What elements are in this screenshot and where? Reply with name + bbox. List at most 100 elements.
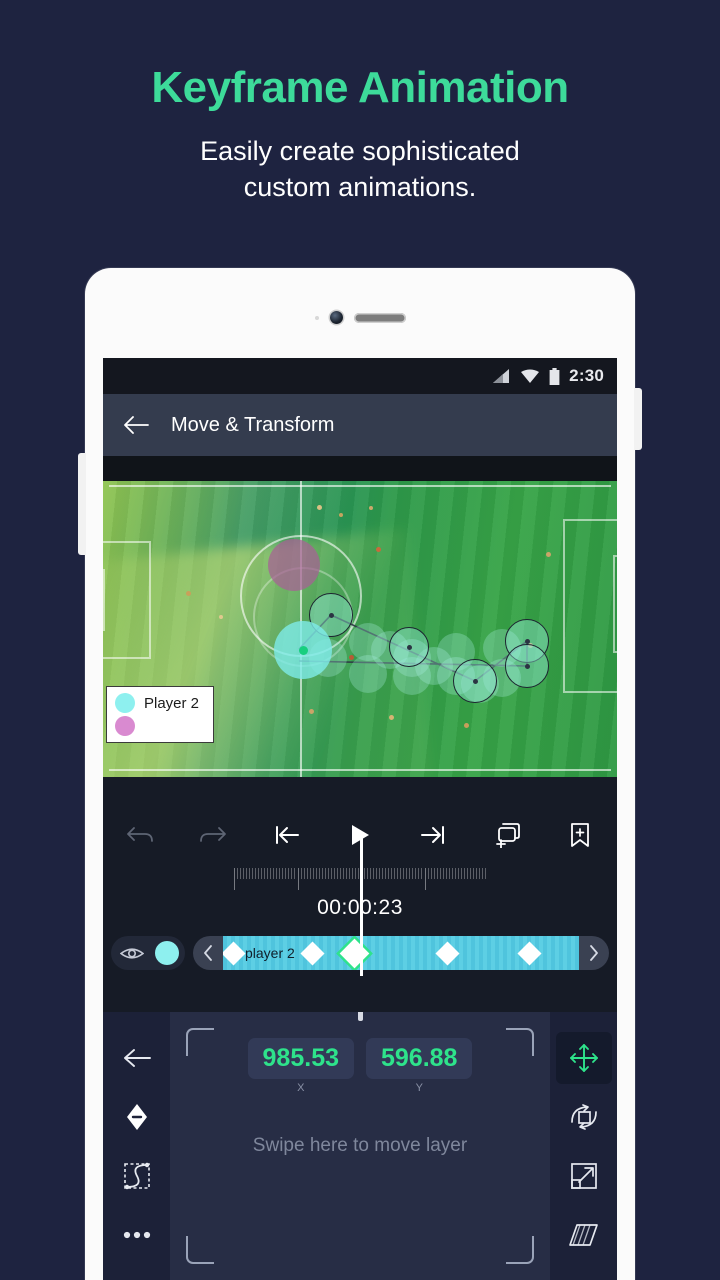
status-bar-time: 2:30 [569,366,604,385]
x-value-field[interactable]: 985.53 [247,1038,354,1079]
ruler-tick [373,868,375,879]
ruler-tick [288,868,290,879]
ruler-tick [276,868,278,879]
layer-color-swatch[interactable] [155,941,179,965]
scale-tool-button[interactable] [556,1150,612,1202]
ruler-tick [315,868,317,879]
more-options-button[interactable] [109,1209,165,1261]
previous-keyframe-button[interactable] [193,936,223,970]
y-value-field[interactable]: 596.88 [366,1038,473,1079]
layer-clip-player2[interactable]: player 2 [223,936,579,970]
ruler-tick [327,868,329,879]
transform-swipe-pad[interactable]: Swipe here to move layer 985.53 X 596.88… [170,1012,550,1280]
ruler-tick [478,868,480,879]
ruler-tick [285,868,287,879]
y-axis-label: Y [415,1082,423,1094]
battery-icon [549,367,560,385]
ruler-tick [291,868,293,879]
easing-curve-button[interactable] [109,1150,165,1202]
add-bookmark-button[interactable] [544,804,617,866]
ruler-tick [324,868,326,879]
ruler-tick [237,868,239,879]
skip-to-end-button[interactable] [397,804,470,866]
ruler-tick [240,868,242,879]
ruler-tick [481,868,483,879]
ruler-tick [342,868,344,879]
ruler-tick [394,868,396,879]
ruler-tick [309,868,311,879]
legend-row: Player 2 [115,693,199,713]
ruler-tick [475,868,477,879]
ruler-tick [400,868,402,879]
phone-device-frame: 2:30 Move & Transform Player 2 player 2 … [78,268,642,1280]
timeline-track-row: player 2 [103,834,617,976]
timeline-playhead[interactable] [360,834,363,976]
ruler-tick [418,868,420,879]
motion-keyframe-node[interactable] [453,659,497,703]
transform-values: 985.53 X 596.88 Y [170,1038,550,1094]
keyframe-marker[interactable] [223,940,246,966]
back-arrow-icon[interactable] [123,415,149,435]
duplicate-layer-button[interactable] [470,804,543,866]
layer-marker-pink[interactable] [268,539,320,591]
keyframe-marker[interactable] [299,940,325,966]
ruler-tick [436,868,438,879]
redo-button[interactable] [176,804,249,866]
ruler-tick [312,868,314,879]
power-button[interactable] [634,388,642,450]
skew-icon [568,1223,598,1246]
proximity-sensor-dot-icon [314,315,319,320]
transform-left-actions [103,1012,170,1280]
next-keyframe-button[interactable] [579,936,609,970]
ruler-tick [427,868,429,879]
keyframe-minus-icon [126,1103,147,1130]
ruler-tick [348,868,350,879]
chevron-left-icon [204,945,212,961]
earpiece-speaker-icon [353,312,406,323]
ruler-tick [297,868,299,890]
undo-button[interactable] [103,804,176,866]
motion-keyframe-node[interactable] [389,627,429,667]
ruler-tick [364,868,366,879]
layer-visibility-toggle[interactable] [111,936,185,970]
motion-keyframe-node[interactable] [505,644,549,688]
skew-tool-button[interactable] [556,1209,612,1261]
ruler-tick [261,868,263,879]
ruler-tick [391,868,393,879]
layer-clip-label: player 2 [245,945,295,961]
ruler-tick [409,868,411,879]
rotate-tool-button[interactable] [556,1091,612,1143]
transform-panel: Swipe here to move layer 985.53 X 596.88… [103,1012,617,1280]
keyframe-marker[interactable] [517,940,542,966]
ruler-tick [264,868,266,879]
skip-to-start-button[interactable] [250,804,323,866]
keyframe-marker[interactable] [435,940,460,966]
skip-next-icon [421,826,445,844]
ruler-tick [321,868,323,879]
ruler-tick [351,868,353,879]
ruler-tick [484,868,486,879]
video-preview[interactable]: Player 2 [103,481,617,777]
ruler-tick [451,868,453,879]
keyframe-marker-selected[interactable] [339,938,370,968]
layer-marker-player2[interactable] [274,621,332,679]
move-tool-button[interactable] [555,1031,612,1084]
ruler-tick [403,868,405,879]
ruler-tick [424,868,426,890]
track-area: player 2 [193,936,609,970]
y-value-group: 596.88 Y [366,1038,473,1094]
ruler-tick [267,868,269,879]
back-button[interactable] [109,1032,165,1084]
ruler-tick [258,868,260,879]
skip-previous-icon [275,826,299,844]
volume-button[interactable] [78,453,86,555]
app-bar-title: Move & Transform [171,413,335,436]
ruler-tick [367,868,369,879]
ruler-tick [330,868,332,879]
ruler-tick [243,868,245,879]
delete-keyframe-button[interactable] [109,1091,165,1143]
ruler-tick [306,868,308,879]
ruler-tick [357,868,359,879]
ruler-tick [345,868,347,879]
ruler-tick [448,868,450,879]
